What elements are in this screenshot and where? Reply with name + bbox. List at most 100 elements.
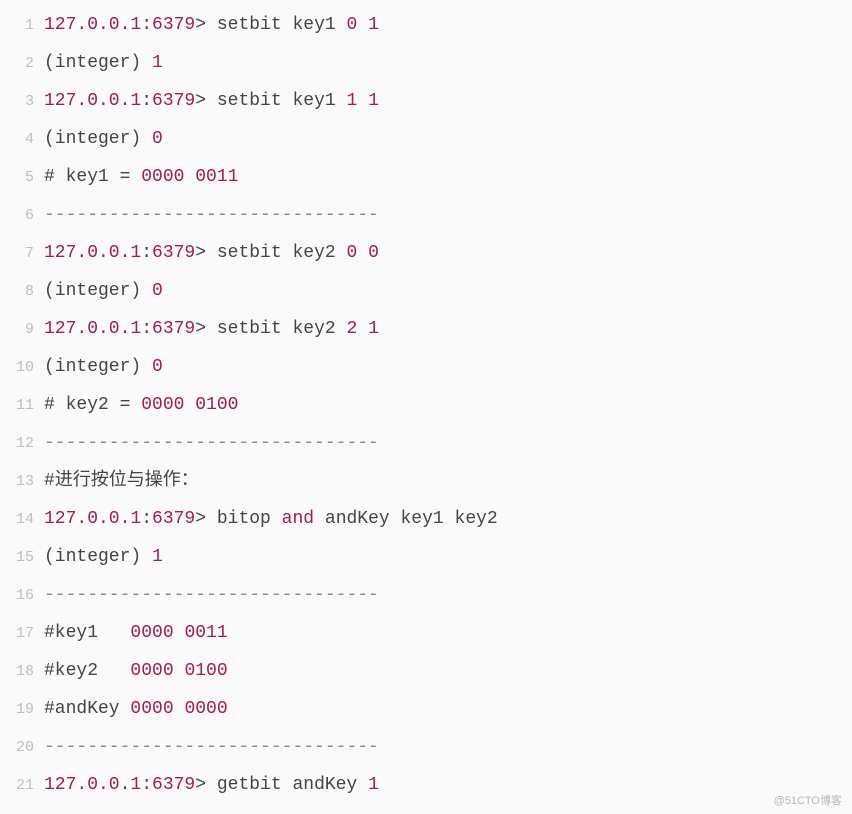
code-token: (integer) — [44, 129, 152, 149]
code-token: (integer) — [44, 357, 152, 377]
code-token — [174, 623, 185, 643]
line-number: 19 — [0, 691, 44, 729]
code-token: 1 — [152, 53, 163, 73]
watermark: @51CTO博客 — [774, 792, 842, 808]
code-line: 13#进行按位与操作： — [0, 462, 852, 500]
line-content: ------------------------------- — [44, 424, 379, 462]
code-token: > setbit key1 — [195, 15, 346, 35]
line-number: 15 — [0, 539, 44, 577]
code-token: 1 — [346, 91, 357, 111]
code-token: 0000 — [130, 661, 173, 681]
line-content: (integer) 0 — [44, 272, 163, 310]
line-content: 127.0.0.1:6379> setbit key2 2 1 — [44, 310, 379, 348]
line-content: #key2 0000 0100 — [44, 652, 228, 690]
line-number: 16 — [0, 577, 44, 615]
line-number: 20 — [0, 729, 44, 767]
line-number: 17 — [0, 615, 44, 653]
code-token: ------------------------------- — [44, 737, 379, 757]
code-line: 11# key2 = 0000 0100 — [0, 386, 852, 424]
line-content: (integer) 0 — [44, 120, 163, 158]
code-token: 0 — [152, 357, 163, 377]
line-content: 127.0.0.1:6379> bitop and andKey key1 ke… — [44, 500, 498, 538]
code-line: 9127.0.0.1:6379> setbit key2 2 1 — [0, 310, 852, 348]
code-token: # key2 = — [44, 395, 141, 415]
line-number: 4 — [0, 121, 44, 159]
code-token: (integer) — [44, 547, 152, 567]
code-token: : — [141, 509, 152, 529]
code-token: 0011 — [184, 623, 227, 643]
line-content: (integer) 1 — [44, 44, 163, 82]
code-token: 0 — [346, 243, 357, 263]
code-token: 127.0.0.1 — [44, 91, 141, 111]
line-number: 21 — [0, 767, 44, 805]
code-line: 21127.0.0.1:6379> getbit andKey 1 — [0, 766, 852, 804]
code-token: #andKey — [44, 699, 130, 719]
line-content: #进行按位与操作： — [44, 462, 199, 500]
code-token: 127.0.0.1 — [44, 775, 141, 795]
code-token: 1 — [368, 91, 379, 111]
code-token: 6379 — [152, 509, 195, 529]
code-token: > getbit andKey — [195, 775, 368, 795]
line-content: (integer) 0 — [44, 348, 163, 386]
line-content: (integer) 1 — [44, 538, 163, 576]
code-line: 7127.0.0.1:6379> setbit key2 0 0 — [0, 234, 852, 272]
code-token: > setbit key2 — [195, 243, 346, 263]
line-content: # key2 = 0000 0100 — [44, 386, 238, 424]
code-token: 0 — [152, 129, 163, 149]
code-line: 16------------------------------- — [0, 576, 852, 614]
code-token: (integer) — [44, 53, 152, 73]
code-token: 127.0.0.1 — [44, 243, 141, 263]
code-token: 0000 — [130, 623, 173, 643]
line-content: ------------------------------- — [44, 576, 379, 614]
code-token: 6379 — [152, 775, 195, 795]
line-number: 13 — [0, 463, 44, 501]
code-line: 18#key2 0000 0100 — [0, 652, 852, 690]
code-token: 0000 — [141, 167, 184, 187]
code-token: andKey key1 key2 — [325, 509, 498, 529]
code-line: 10(integer) 0 — [0, 348, 852, 386]
code-line: 14127.0.0.1:6379> bitop and andKey key1 … — [0, 500, 852, 538]
code-token: #进行按位与操作： — [44, 471, 199, 491]
code-token: > setbit key2 — [195, 319, 346, 339]
code-line: 19#andKey 0000 0000 — [0, 690, 852, 728]
code-block: 1127.0.0.1:6379> setbit key1 0 12(intege… — [0, 0, 852, 804]
code-token — [357, 243, 368, 263]
code-token: #key1 — [44, 623, 130, 643]
code-token: > setbit key1 — [195, 91, 346, 111]
code-token: 127.0.0.1 — [44, 319, 141, 339]
code-token: ------------------------------- — [44, 585, 379, 605]
code-token — [174, 699, 185, 719]
code-line: 15(integer) 1 — [0, 538, 852, 576]
code-line: 12------------------------------- — [0, 424, 852, 462]
code-token — [184, 167, 195, 187]
code-line: 5# key1 = 0000 0011 — [0, 158, 852, 196]
code-line: 4(integer) 0 — [0, 120, 852, 158]
code-token — [174, 661, 185, 681]
code-token — [184, 395, 195, 415]
code-token — [357, 91, 368, 111]
code-token: ------------------------------- — [44, 433, 379, 453]
line-number: 3 — [0, 83, 44, 121]
code-line: 2(integer) 1 — [0, 44, 852, 82]
code-token: 127.0.0.1 — [44, 15, 141, 35]
code-line: 3127.0.0.1:6379> setbit key1 1 1 — [0, 82, 852, 120]
code-line: 1127.0.0.1:6379> setbit key1 0 1 — [0, 6, 852, 44]
code-token: and — [282, 509, 314, 529]
code-token: 0 — [152, 281, 163, 301]
code-token: : — [141, 15, 152, 35]
code-token: ------------------------------- — [44, 205, 379, 225]
code-line: 8(integer) 0 — [0, 272, 852, 310]
code-token: 0100 — [184, 661, 227, 681]
code-token: # key1 = — [44, 167, 141, 187]
line-number: 12 — [0, 425, 44, 463]
code-token: 1 — [368, 15, 379, 35]
code-token: 6379 — [152, 319, 195, 339]
code-token — [314, 509, 325, 529]
code-token: (integer) — [44, 281, 152, 301]
line-number: 8 — [0, 273, 44, 311]
code-token: 6379 — [152, 91, 195, 111]
code-line: 20------------------------------- — [0, 728, 852, 766]
line-number: 1 — [0, 7, 44, 45]
line-content: 127.0.0.1:6379> setbit key1 0 1 — [44, 6, 379, 44]
line-content: ------------------------------- — [44, 196, 379, 234]
